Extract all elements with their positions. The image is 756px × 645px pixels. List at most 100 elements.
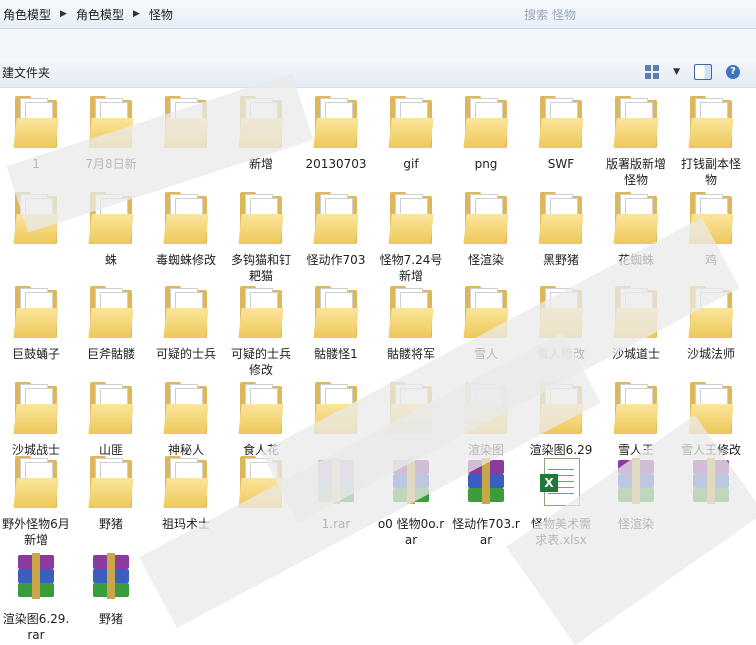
folder-item[interactable]: 版署版新增怪物 (600, 94, 672, 188)
folder-item[interactable]: SWF (525, 94, 597, 172)
item-label: 巨斧骷髅 (86, 347, 135, 361)
item-label: 祖玛术士 (161, 517, 210, 531)
breadcrumb-item[interactable]: 角色模型 (0, 6, 54, 23)
chevron-right-icon[interactable]: ▶ (54, 9, 73, 19)
file-item[interactable]: 怪渲染 (600, 454, 672, 532)
folder-item[interactable]: gif (375, 94, 447, 172)
breadcrumb-item[interactable]: 怪物 (146, 6, 176, 23)
folder-item[interactable]: 巨斧骷髅 (75, 284, 147, 362)
folder-item[interactable]: 雪人修改 (525, 284, 597, 362)
folder-item[interactable]: 鸡 (675, 190, 747, 268)
folder-icon (536, 380, 586, 438)
folder-icon (86, 284, 136, 342)
item-label: 1 (32, 157, 40, 171)
file-item[interactable]: 怪动作703.rar (450, 454, 522, 548)
folder-item[interactable]: 毒蜘蛛修改 (150, 190, 222, 268)
folder-item[interactable]: 多钩猫和钉耙猫 (225, 190, 297, 284)
folder-item[interactable]: 打钱副本怪物 (675, 94, 747, 188)
folder-icon (236, 190, 286, 248)
item-label: 1.rar (321, 517, 351, 531)
breadcrumb-item[interactable]: 角色模型 (73, 6, 127, 23)
excel-file-icon: X (536, 454, 586, 512)
chevron-down-icon[interactable]: ▼ (673, 67, 680, 77)
folder-item[interactable]: 沙城法师 (675, 284, 747, 362)
folder-icon (686, 380, 736, 438)
folder-item[interactable]: 怪动作703 (300, 190, 372, 268)
change-view-icon[interactable] (645, 65, 660, 79)
folder-item[interactable] (0, 190, 72, 252)
folder-icon (611, 380, 661, 438)
item-label: 雪人修改 (536, 347, 585, 361)
file-item[interactable]: X 怪物美术需求表.xlsx (525, 454, 597, 548)
folder-item[interactable]: 新增 (225, 94, 297, 172)
folder-item[interactable]: 神秘人 (150, 380, 222, 458)
file-item[interactable]: 野猪 (75, 549, 147, 627)
folder-item[interactable]: 野猪 (75, 454, 147, 532)
folder-item[interactable]: 可疑的士兵修改 (225, 284, 297, 378)
folder-icon (611, 94, 661, 152)
folder-icon (386, 380, 436, 438)
folder-item[interactable]: 骷髅将军 (375, 284, 447, 362)
folder-item[interactable]: 渲染图 (450, 380, 522, 458)
folder-item[interactable] (375, 380, 447, 442)
folder-item[interactable]: 可疑的士兵 (150, 284, 222, 362)
item-label: gif (403, 157, 419, 171)
folder-item[interactable]: 雪人王 (600, 380, 672, 458)
folder-icon (11, 190, 61, 248)
folder-item[interactable]: 怪物7.24号新增 (375, 190, 447, 284)
archive-icon (86, 549, 136, 607)
folder-icon (86, 94, 136, 152)
folder-item[interactable]: 山匪 (75, 380, 147, 458)
folder-item[interactable]: 野外怪物6月新增 (0, 454, 72, 548)
folder-item[interactable]: 沙城战士 (0, 380, 72, 458)
preview-pane-icon[interactable] (694, 64, 712, 80)
folder-item[interactable]: 雪人 (450, 284, 522, 362)
folder-item[interactable]: png (450, 94, 522, 172)
folder-icon (311, 284, 361, 342)
folder-icon (536, 190, 586, 248)
folder-item[interactable]: 7月8日新 (75, 94, 147, 172)
folder-icon (236, 94, 286, 152)
archive-icon (461, 454, 511, 512)
help-icon[interactable]: ? (726, 65, 740, 79)
item-label: 骷髅将军 (386, 347, 435, 361)
folder-icon (386, 284, 436, 342)
folder-item[interactable] (150, 94, 222, 156)
item-label: 可疑的士兵修改 (230, 347, 291, 377)
file-item[interactable]: o0 怪物0o.rar (375, 454, 447, 548)
folder-item[interactable]: 怪渲染 (450, 190, 522, 268)
folder-item[interactable] (300, 380, 372, 442)
item-label: 7月8日新 (85, 157, 137, 171)
chevron-right-icon[interactable]: ▶ (127, 9, 146, 19)
folder-item[interactable]: 渲染图6.29 (525, 380, 597, 458)
file-item[interactable] (675, 454, 747, 516)
file-item[interactable]: 渲染图6.29.rar (0, 549, 72, 643)
address-bar[interactable]: 角色模型 ▶ 角色模型 ▶ 怪物 搜索 怪物 (0, 0, 756, 29)
folder-icon (86, 454, 136, 512)
folder-icon (311, 380, 361, 438)
item-label: 怪渲染 (467, 253, 504, 267)
folder-icon (11, 380, 61, 438)
folder-item[interactable]: 雪人王修改 (675, 380, 747, 458)
folder-icon (161, 380, 211, 438)
folder-item[interactable]: 黑野猪 (525, 190, 597, 268)
folder-item[interactable]: 花蜘蛛 (600, 190, 672, 268)
item-label: 可疑的士兵 (155, 347, 216, 361)
folder-item[interactable] (225, 454, 297, 516)
search-box[interactable]: 搜索 怪物 (524, 6, 576, 23)
folder-item[interactable]: 蛛 (75, 190, 147, 268)
folder-item[interactable]: 20130703 (300, 94, 372, 172)
folder-item[interactable]: 骷髅怪1 (300, 284, 372, 362)
new-folder-button[interactable]: 建文件夹 (0, 64, 50, 81)
folder-item[interactable]: 祖玛术士 (150, 454, 222, 532)
folder-icon (86, 380, 136, 438)
folder-item[interactable]: 1 (0, 94, 72, 172)
item-label: 毒蜘蛛修改 (155, 253, 216, 267)
item-label: 渲染图6.29.rar (2, 612, 70, 642)
item-label: 怪动作703.rar (452, 517, 520, 547)
folder-item[interactable]: 食人花 (225, 380, 297, 458)
folder-item[interactable]: 沙城道士 (600, 284, 672, 362)
folder-item[interactable]: 巨鼓蛹子 (0, 284, 72, 362)
file-item[interactable]: 1.rar (300, 454, 372, 532)
item-label: 20130703 (305, 157, 367, 171)
